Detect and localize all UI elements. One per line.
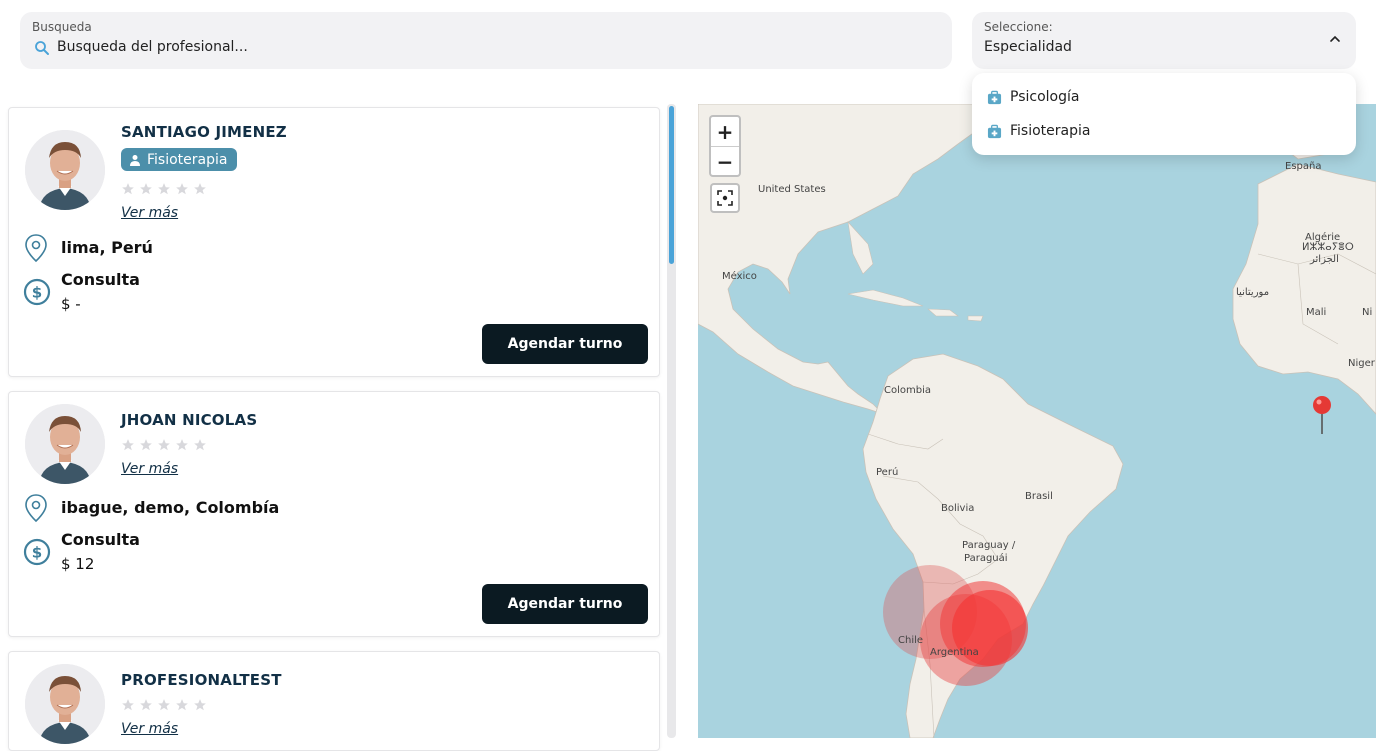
see-more-link[interactable]: Ver más bbox=[121, 461, 178, 477]
avatar bbox=[25, 130, 105, 210]
star-icon[interactable] bbox=[157, 182, 171, 196]
professional-name[interactable]: PROFESIONALTEST bbox=[121, 671, 282, 689]
dropdown-item-label: Psicología bbox=[1010, 89, 1080, 105]
map-label: Paraguay / bbox=[962, 540, 1016, 551]
star-icon[interactable] bbox=[175, 182, 189, 196]
consult-price: $ 12 bbox=[61, 555, 95, 573]
map-label: United States bbox=[758, 184, 826, 195]
chevron-up-icon[interactable] bbox=[1328, 32, 1342, 46]
star-icon[interactable] bbox=[157, 438, 171, 452]
star-icon[interactable] bbox=[121, 182, 135, 196]
star-icon[interactable] bbox=[193, 182, 207, 196]
star-icon[interactable] bbox=[157, 698, 171, 712]
consult-label: Consulta bbox=[61, 530, 140, 549]
map-label: Bolivia bbox=[941, 503, 975, 514]
search-label: Busqueda bbox=[32, 20, 92, 34]
star-icon[interactable] bbox=[175, 698, 189, 712]
map-label: España bbox=[1285, 161, 1322, 172]
rating-stars[interactable] bbox=[121, 438, 207, 452]
professional-card: SANTIAGO JIMENEZ Fisioterapia Ver más li… bbox=[8, 107, 660, 377]
see-more-link[interactable]: Ver más bbox=[121, 205, 178, 221]
avatar bbox=[25, 664, 105, 744]
professional-card: JHOAN NICOLAS Ver más ibague, demo, Colo… bbox=[8, 391, 660, 637]
map-label: Colombia bbox=[884, 385, 931, 396]
rating-stars[interactable] bbox=[121, 698, 207, 712]
map[interactable]: United States México Colombia Perú Boliv… bbox=[698, 104, 1376, 738]
professional-name[interactable]: SANTIAGO JIMENEZ bbox=[121, 123, 287, 141]
map-label: Paraguái bbox=[964, 553, 1008, 564]
svg-text:$: $ bbox=[32, 284, 42, 302]
dropdown-item-psicologia[interactable]: Psicología bbox=[987, 85, 1079, 109]
star-icon[interactable] bbox=[121, 438, 135, 452]
map-label: México bbox=[722, 271, 757, 282]
map-label: ⵍⵣⵣⴰⵢⴻⵔ bbox=[1302, 242, 1354, 253]
specialty-label: Fisioterapia bbox=[147, 151, 228, 168]
location-pin-icon bbox=[25, 234, 47, 263]
search-field[interactable]: Busqueda Busqueda del profesional... bbox=[20, 12, 952, 69]
map-label: Mali bbox=[1306, 307, 1327, 318]
svg-text:$: $ bbox=[32, 544, 42, 562]
professional-location: lima, Perú bbox=[61, 238, 153, 257]
specialty-badge: Fisioterapia bbox=[121, 148, 238, 171]
dollar-icon: $ bbox=[23, 278, 51, 306]
location-pin-icon bbox=[25, 494, 47, 523]
map-label: Chile bbox=[898, 635, 924, 646]
star-icon[interactable] bbox=[139, 182, 153, 196]
map-label: Brasil bbox=[1025, 491, 1053, 502]
fullscreen-icon bbox=[717, 190, 733, 206]
list-scroll-thumb[interactable] bbox=[669, 106, 674, 264]
star-icon[interactable] bbox=[193, 438, 207, 452]
schedule-button[interactable]: Agendar turno bbox=[482, 584, 648, 624]
select-value: Especialidad bbox=[984, 39, 1072, 55]
specialty-dropdown: Psicología Fisioterapia bbox=[972, 73, 1356, 155]
star-icon[interactable] bbox=[139, 698, 153, 712]
dollar-icon: $ bbox=[23, 538, 51, 566]
professional-card: PROFESIONALTEST Ver más bbox=[8, 651, 660, 751]
see-more-link[interactable]: Ver más bbox=[121, 721, 178, 737]
map-label: Perú bbox=[876, 467, 899, 478]
fullscreen-button[interactable] bbox=[710, 183, 740, 213]
star-icon[interactable] bbox=[193, 698, 207, 712]
map-label: Niger bbox=[1348, 358, 1375, 369]
zoom-in-button[interactable]: + bbox=[711, 117, 739, 146]
medical-case-icon bbox=[987, 124, 1002, 138]
zoom-control: + − bbox=[709, 115, 741, 177]
star-icon[interactable] bbox=[121, 698, 135, 712]
consult-price: $ - bbox=[61, 295, 81, 313]
dropdown-item-fisioterapia[interactable]: Fisioterapia bbox=[987, 119, 1090, 143]
rating-stars[interactable] bbox=[121, 182, 207, 196]
zoom-out-button[interactable]: − bbox=[711, 147, 739, 176]
map-base[interactable] bbox=[698, 104, 1376, 738]
professional-location: ibague, demo, Colombía bbox=[61, 498, 280, 517]
search-input[interactable]: Busqueda del profesional... bbox=[57, 39, 248, 55]
map-label: موريتانيا bbox=[1236, 287, 1270, 298]
map-label: Argentina bbox=[930, 647, 979, 658]
specialty-select[interactable]: Seleccione: Especialidad bbox=[972, 12, 1356, 69]
consult-label: Consulta bbox=[61, 270, 140, 289]
map-label: الجزائر bbox=[1310, 254, 1339, 265]
star-icon[interactable] bbox=[175, 438, 189, 452]
map-label: Ni bbox=[1362, 307, 1373, 318]
star-icon[interactable] bbox=[139, 438, 153, 452]
avatar bbox=[25, 404, 105, 484]
professional-name[interactable]: JHOAN NICOLAS bbox=[121, 411, 257, 429]
schedule-button[interactable]: Agendar turno bbox=[482, 324, 648, 364]
dropdown-item-label: Fisioterapia bbox=[1010, 123, 1091, 139]
select-label: Seleccione: bbox=[984, 20, 1053, 34]
search-icon bbox=[35, 41, 49, 55]
medical-case-icon bbox=[987, 90, 1002, 104]
user-icon bbox=[130, 154, 140, 166]
